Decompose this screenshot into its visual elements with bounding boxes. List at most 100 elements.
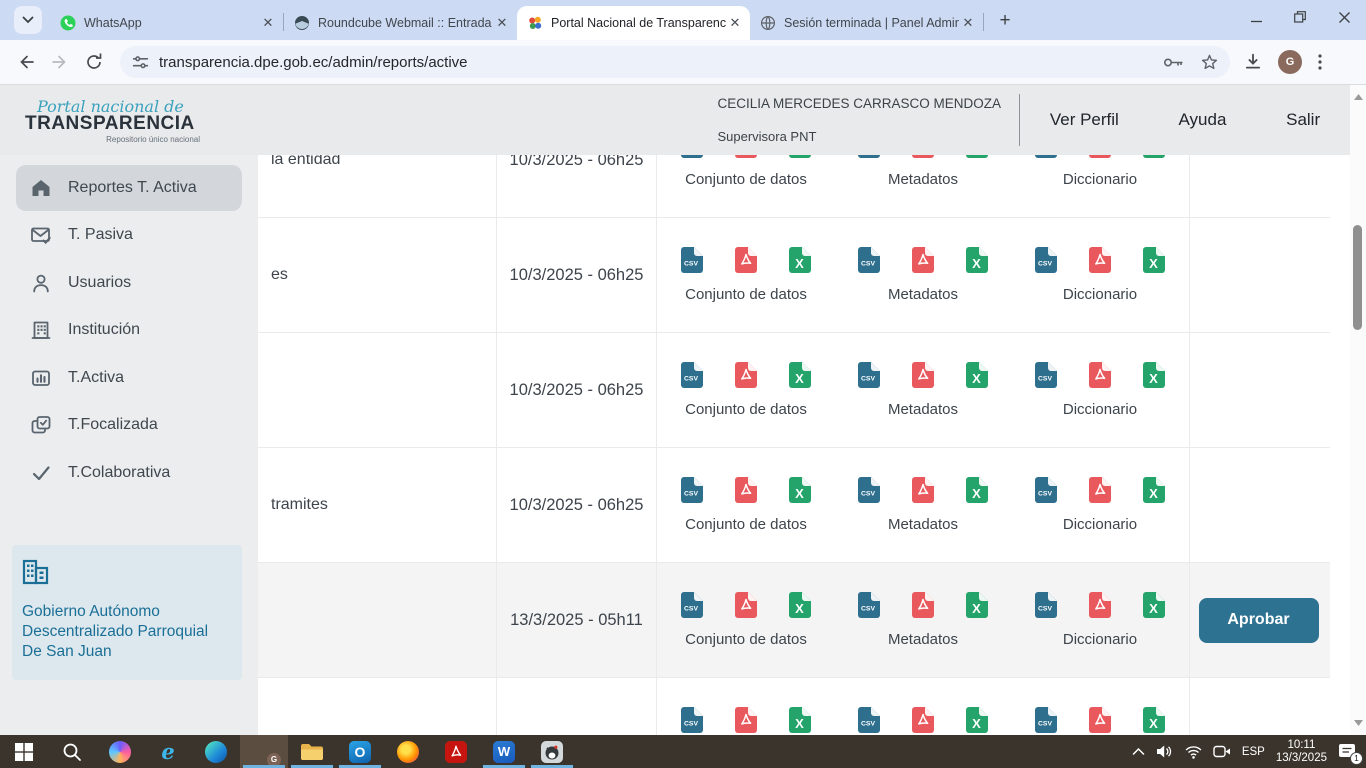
scrollbar-up-arrow[interactable] [1350,89,1366,105]
taskbar-start-button[interactable] [0,735,48,768]
sidebar-item-instituci-n[interactable]: Institución [16,307,242,353]
csv-file-icon[interactable]: CSV [681,592,703,618]
approve-button[interactable]: Aprobar [1199,598,1319,643]
browser-tab-1[interactable]: WhatsApp✕ [50,6,283,40]
restore-button[interactable] [1278,0,1322,34]
download-icon[interactable] [1244,53,1262,71]
csv-file-icon[interactable]: CSV [681,477,703,503]
pdf-file-icon[interactable] [735,362,757,388]
taskbar-edge-button[interactable] [192,735,240,768]
xls-file-icon[interactable]: X [789,155,811,158]
csv-file-icon[interactable]: CSV [858,155,880,158]
taskbar-acrobat-button[interactable] [432,735,480,768]
taskbar-clock[interactable]: 10:11 13/3/2025 [1276,739,1327,765]
csv-file-icon[interactable]: CSV [1035,707,1057,733]
minimize-button[interactable] [1234,0,1278,34]
csv-file-icon[interactable]: CSV [681,155,703,158]
taskbar-explorer-button[interactable] [288,735,336,768]
pdf-file-icon[interactable] [912,362,934,388]
sidebar-item-reportes-t-activa[interactable]: Reportes T. Activa [16,165,242,211]
sidebar-item-t-colaborativa[interactable]: T.Colaborativa [16,450,242,496]
xls-file-icon[interactable]: X [966,592,988,618]
csv-file-icon[interactable]: CSV [1035,247,1057,273]
xls-file-icon[interactable]: X [1143,592,1165,618]
url-bar[interactable]: transparencia.dpe.gob.ec/admin/reports/a… [120,46,1230,78]
csv-file-icon[interactable]: CSV [858,477,880,503]
browser-tab-4[interactable]: Sesión terminada | Panel Admin✕ [750,6,983,40]
ayuda-link[interactable]: Ayuda [1179,110,1227,130]
xls-file-icon[interactable]: X [1143,362,1165,388]
url-text[interactable]: transparencia.dpe.gob.ec/admin/reports/a… [159,54,1163,71]
tab-close-button[interactable]: ✕ [259,14,277,32]
csv-file-icon[interactable]: CSV [858,247,880,273]
xls-file-icon[interactable]: X [789,477,811,503]
browser-tab-2[interactable]: Roundcube Webmail :: Entrada✕ [284,6,517,40]
csv-file-icon[interactable]: CSV [858,362,880,388]
tab-close-button[interactable]: ✕ [493,14,511,32]
csv-file-icon[interactable]: CSV [1035,592,1057,618]
pdf-file-icon[interactable] [1089,362,1111,388]
csv-file-icon[interactable]: CSV [681,247,703,273]
xls-file-icon[interactable]: X [966,155,988,158]
scrollbar-thumb[interactable] [1353,225,1362,330]
taskbar-chrome-button[interactable]: G [240,735,288,768]
salir-link[interactable]: Salir [1286,110,1320,130]
csv-file-icon[interactable]: CSV [1035,362,1057,388]
xls-file-icon[interactable]: X [966,477,988,503]
pdf-file-icon[interactable] [912,477,934,503]
xls-file-icon[interactable]: X [1143,477,1165,503]
speaker-icon[interactable] [1156,744,1174,759]
xls-file-icon[interactable]: X [1143,247,1165,273]
password-key-icon[interactable] [1163,55,1185,70]
ver-perfil-link[interactable]: Ver Perfil [1050,110,1119,130]
csv-file-icon[interactable]: CSV [681,707,703,733]
scrollbar-down-arrow[interactable] [1350,715,1366,731]
back-button[interactable] [10,46,42,78]
tab-search-button[interactable] [14,6,42,34]
page-scrollbar[interactable] [1350,85,1366,735]
notification-center-icon[interactable]: 1 [1338,743,1358,761]
pdf-file-icon[interactable] [912,247,934,273]
csv-file-icon[interactable]: CSV [1035,155,1057,158]
xls-file-icon[interactable]: X [789,707,811,733]
pdf-file-icon[interactable] [1089,155,1111,158]
site-info-icon[interactable] [132,54,149,71]
sidebar-item-t-pasiva[interactable]: T. Pasiva [16,212,242,258]
taskbar-search-button[interactable] [48,735,96,768]
pdf-file-icon[interactable] [1089,477,1111,503]
taskbar-jdk-button[interactable] [528,735,576,768]
forward-button[interactable] [44,46,76,78]
csv-file-icon[interactable]: CSV [858,707,880,733]
xls-file-icon[interactable]: X [789,592,811,618]
meet-now-icon[interactable] [1213,745,1231,758]
browser-tab-3[interactable]: Portal Nacional de Transparenci✕ [517,6,750,40]
wifi-icon[interactable] [1185,745,1202,759]
pdf-file-icon[interactable] [1089,707,1111,733]
pdf-file-icon[interactable] [735,247,757,273]
csv-file-icon[interactable]: CSV [1035,477,1057,503]
profile-avatar[interactable]: G [1278,50,1302,74]
taskbar-copilot-button[interactable] [96,735,144,768]
pdf-file-icon[interactable] [912,707,934,733]
entity-card[interactable]: Gobierno Autónomo Descentralizado Parroq… [12,545,242,680]
taskbar-outlook-button[interactable]: O [336,735,384,768]
pdf-file-icon[interactable] [912,155,934,158]
tab-close-button[interactable]: ✕ [726,14,744,32]
pdf-file-icon[interactable] [912,592,934,618]
bookmark-star-icon[interactable] [1201,54,1218,71]
language-indicator[interactable]: ESP [1242,746,1265,758]
taskbar-word-button[interactable]: W [480,735,528,768]
pdf-file-icon[interactable] [735,477,757,503]
xls-file-icon[interactable]: X [1143,155,1165,158]
taskbar-firefox-button[interactable] [384,735,432,768]
browser-menu-icon[interactable] [1318,54,1322,70]
close-window-button[interactable] [1322,0,1366,34]
new-tab-button[interactable]: + [992,8,1018,34]
sidebar-item-t-activa[interactable]: T.Activa [16,355,242,401]
csv-file-icon[interactable]: CSV [681,362,703,388]
tab-close-button[interactable]: ✕ [959,14,977,32]
pdf-file-icon[interactable] [1089,247,1111,273]
xls-file-icon[interactable]: X [1143,707,1165,733]
xls-file-icon[interactable]: X [966,707,988,733]
pdf-file-icon[interactable] [735,592,757,618]
